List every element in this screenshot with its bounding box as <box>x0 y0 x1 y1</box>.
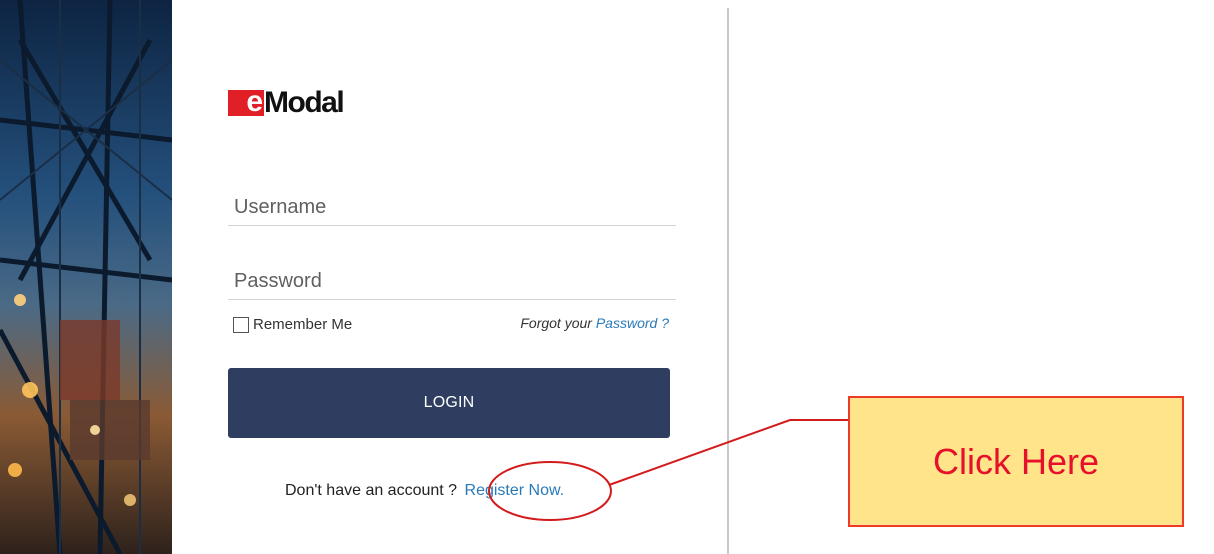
register-prompt: Don't have an account ? <box>285 482 458 499</box>
vertical-divider <box>727 8 729 554</box>
callout-text: Click Here <box>932 440 1100 482</box>
emodal-logo: e Modal <box>228 86 345 120</box>
register-now-link[interactable]: Register Now. <box>465 482 565 499</box>
click-here-callout: Click Here <box>848 396 1184 527</box>
forgot-prefix: Forgot your <box>520 315 592 331</box>
remember-me[interactable]: Remember Me <box>233 316 352 333</box>
port-cranes-photo <box>0 0 172 554</box>
password-input[interactable] <box>228 264 676 300</box>
forgot-password: Forgot your Password ? <box>480 315 669 331</box>
forgot-password-link[interactable]: Password ? <box>596 315 669 331</box>
login-button[interactable]: LOGIN <box>228 368 670 438</box>
remember-me-label: Remember Me <box>253 316 353 333</box>
logo-mark: e <box>228 87 264 117</box>
logo-wordmark: Modal <box>264 86 345 119</box>
remember-me-checkbox[interactable] <box>233 316 249 333</box>
username-input[interactable] <box>228 190 676 226</box>
crane-silhouette-graphic <box>0 0 172 554</box>
register-prompt-line: Don't have an account ? Register Now. <box>285 482 564 500</box>
